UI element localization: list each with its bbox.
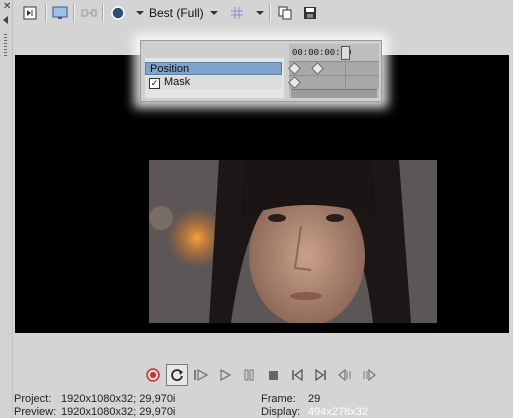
previous-frame-icon	[338, 368, 351, 382]
loop-button[interactable]	[166, 364, 188, 386]
video-frame-image	[149, 160, 437, 323]
copy-icon	[278, 6, 292, 20]
previous-frame-button[interactable]	[334, 364, 356, 386]
position-lane[interactable]	[289, 61, 379, 75]
play-from-start-icon	[194, 368, 209, 382]
stop-icon	[269, 371, 278, 380]
timeline-scrollbar[interactable]	[291, 89, 377, 98]
split-screen-icon	[81, 9, 97, 17]
track-position-label: Position	[150, 63, 190, 75]
preview-properties-button[interactable]	[20, 3, 40, 23]
frame-status: Frame: 29	[261, 393, 461, 405]
frame-label: Frame:	[261, 393, 296, 405]
go-to-start-icon	[292, 368, 303, 382]
preview-status: Preview: 1920x1080x32; 29,970i	[14, 406, 234, 418]
save-snapshot-button[interactable]	[300, 3, 320, 23]
grid-dropdown-icon[interactable]	[256, 11, 264, 15]
copy-snapshot-button[interactable]	[275, 3, 295, 23]
drag-handle[interactable]	[4, 34, 7, 58]
pause-button[interactable]	[238, 364, 260, 386]
external-monitor-button[interactable]	[50, 3, 70, 23]
pause-icon	[244, 369, 254, 381]
mask-lane[interactable]	[289, 75, 379, 89]
play-button[interactable]	[214, 364, 236, 386]
frame-value: 29	[308, 393, 321, 405]
record-button[interactable]	[142, 364, 164, 386]
save-icon	[304, 7, 316, 19]
play-from-start-button[interactable]	[190, 364, 212, 386]
mask-checkbox[interactable]: ✓	[149, 78, 160, 89]
next-frame-button[interactable]	[358, 364, 380, 386]
properties-icon	[23, 6, 37, 20]
loop-icon	[171, 369, 183, 381]
project-status: Project: 1920x1080x32; 29,970i	[14, 393, 234, 405]
track-position[interactable]: Position	[145, 62, 282, 75]
preview-toolbar: Best (Full)	[12, 0, 513, 26]
dock-strip	[0, 0, 13, 418]
go-to-end-icon	[315, 368, 326, 382]
project-label: Project:	[14, 393, 52, 405]
grid-icon	[231, 7, 243, 19]
grid-overlay-button[interactable]	[227, 3, 247, 23]
play-icon	[220, 368, 232, 382]
project-value: 1920x1080x32; 29,970i	[61, 393, 176, 405]
collapse-arrow-icon[interactable]	[3, 16, 8, 24]
go-to-start-button[interactable]	[286, 364, 308, 386]
overlay-circle-icon	[111, 6, 125, 20]
preview-value: 1920x1080x32; 29,970i	[61, 406, 176, 418]
stop-button[interactable]	[262, 364, 284, 386]
monitor-icon	[52, 6, 68, 19]
overlays-dropdown-icon[interactable]	[136, 11, 144, 15]
split-screen-button[interactable]	[79, 3, 99, 23]
display-status: Display: 494x278x32	[261, 406, 461, 418]
next-frame-icon	[363, 368, 376, 382]
quality-dropdown-icon[interactable]	[210, 11, 218, 15]
overlays-button[interactable]	[108, 3, 128, 23]
preview-label: Preview:	[14, 406, 57, 418]
video-frame-drawing	[149, 160, 437, 323]
preview-quality-select[interactable]: Best (Full)	[149, 6, 204, 20]
go-to-end-button[interactable]	[310, 364, 332, 386]
display-value: 494x278x32	[308, 406, 368, 418]
display-label: Display:	[261, 406, 301, 418]
track-mask-label: Mask	[164, 76, 191, 88]
keyframe-timeline[interactable]: 00:00:00:00	[288, 44, 379, 98]
track-mask[interactable]: ✓ Mask	[145, 76, 282, 89]
keyframe-popup: Position ✓ Mask 00:00:00:00	[140, 40, 382, 102]
transport-controls	[140, 364, 380, 388]
record-icon	[146, 368, 160, 382]
close-icon[interactable]: ✕	[3, 2, 11, 12]
